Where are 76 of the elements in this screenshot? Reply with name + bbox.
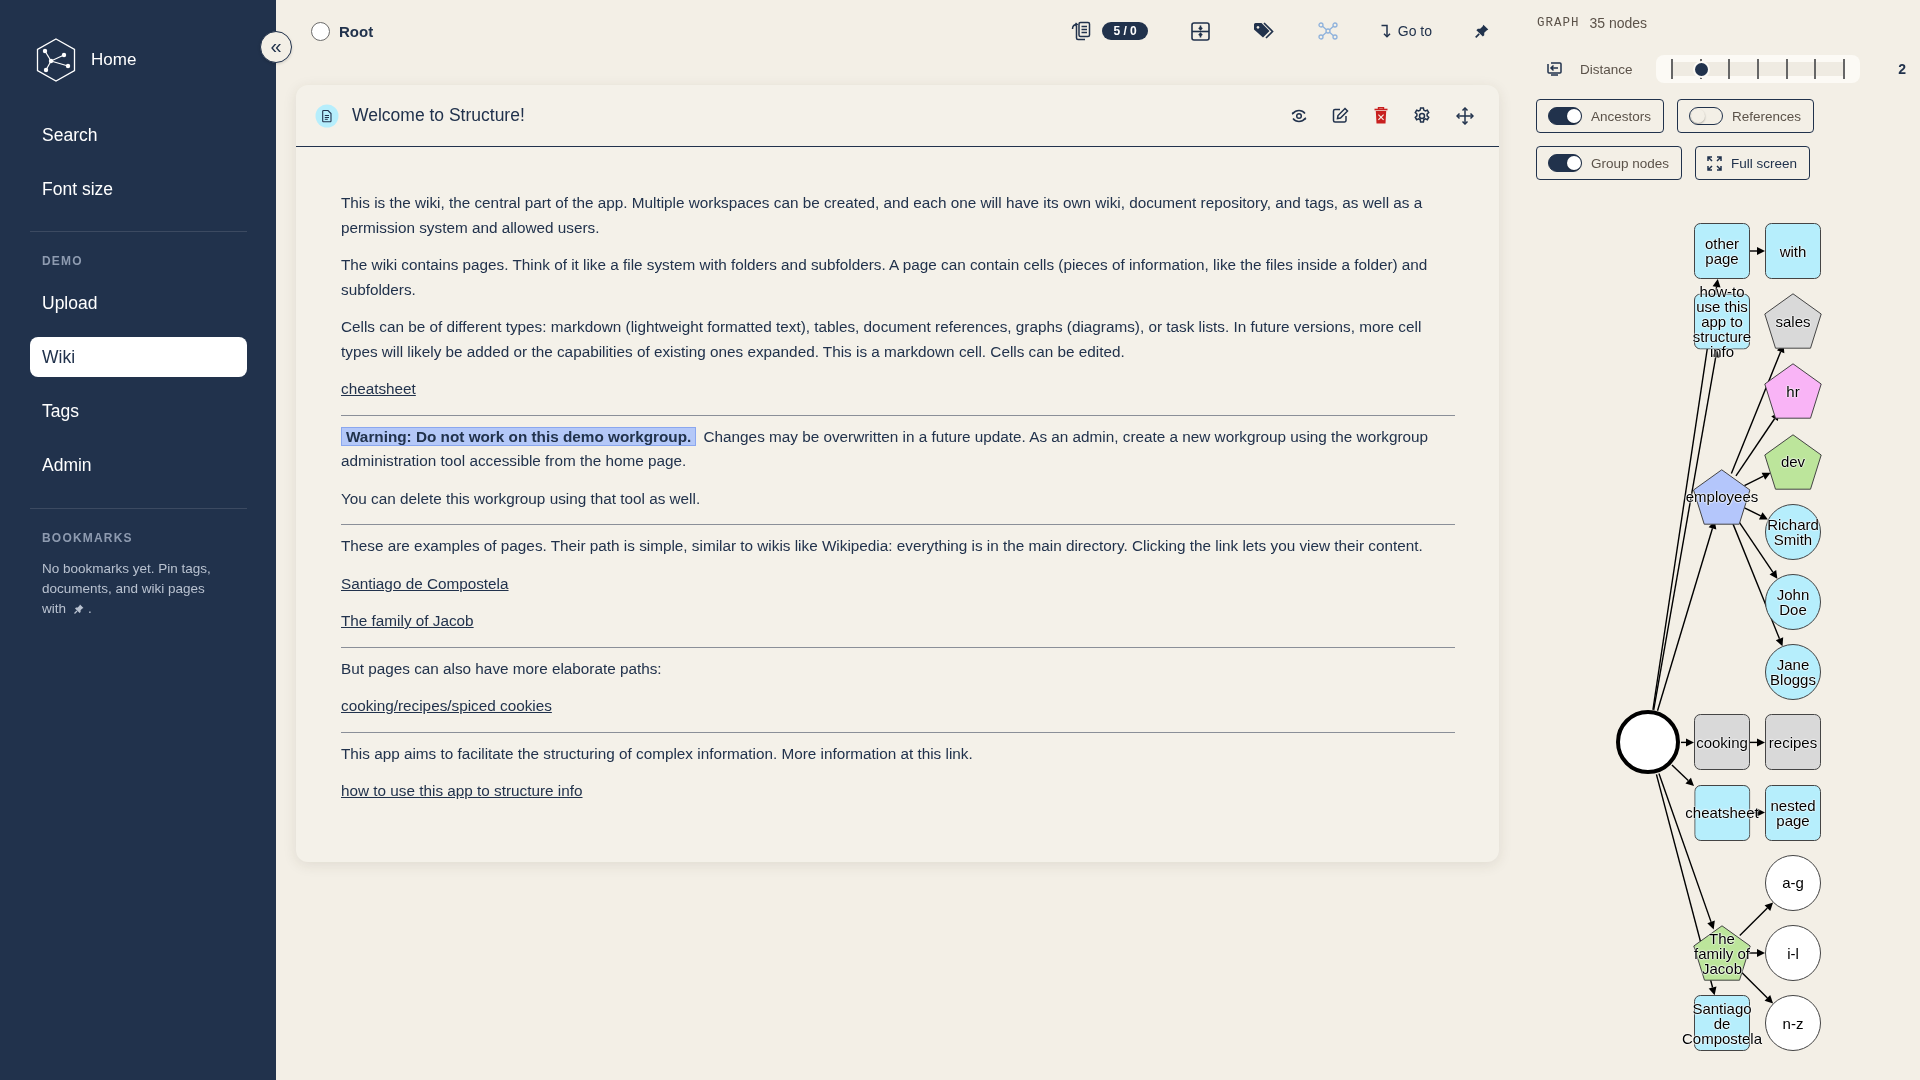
screen-arrow-icon xyxy=(1547,62,1562,76)
bookmarks-hint: No bookmarks yet. Pin tags, documents, and wiki pages with . xyxy=(42,560,212,618)
graph-edge xyxy=(1739,902,1774,937)
sidebar-item[interactable]: Admin xyxy=(30,445,247,485)
pin-icon xyxy=(74,604,84,614)
wiki-link[interactable]: Santiago de Compostela xyxy=(341,574,509,592)
paragraph-text: This is the wiki, the central part of the app. Multiple workspaces can be created, and each one will have its own wiki, document repository, and tags, as well as a permission system and allowed users. xyxy=(341,193,1424,238)
go-to-button[interactable]: Go to xyxy=(1380,23,1432,39)
graph-node[interactable]: nested page xyxy=(1763,784,1823,841)
settings-icon[interactable] xyxy=(1413,106,1431,125)
slider-label: Distance xyxy=(1580,61,1634,77)
graph-edge xyxy=(1680,738,1694,747)
trash-icon[interactable] xyxy=(1374,107,1388,124)
distance-slider[interactable] xyxy=(1671,59,1845,79)
paragraph-text: But pages can also have more elaborate paths: xyxy=(341,658,663,679)
graph-node[interactable]: John Doe xyxy=(1763,574,1823,630)
toggle-switch[interactable] xyxy=(1548,154,1582,172)
sidebar-item[interactable]: Tags xyxy=(30,391,247,431)
sidebar-item[interactable]: Font size xyxy=(30,169,247,209)
sidebar-item[interactable]: Search xyxy=(30,115,247,155)
move-icon[interactable] xyxy=(1456,106,1474,125)
graph-node[interactable]: dev xyxy=(1763,433,1823,490)
hexagon-network-logo-icon[interactable] xyxy=(36,38,76,82)
graph-node[interactable]: n-z xyxy=(1763,995,1823,1052)
home-link[interactable]: Home xyxy=(91,50,137,70)
toggle-button[interactable]: Group nodes xyxy=(1536,146,1683,180)
graph-node[interactable]: Richard Smith xyxy=(1763,503,1823,560)
documents-icon[interactable] xyxy=(1071,21,1092,41)
graph-node[interactable]: sales xyxy=(1763,293,1823,350)
toggle-switch[interactable] xyxy=(1548,107,1582,125)
slider-value: 2 xyxy=(1898,61,1906,77)
graph-node[interactable]: i-l xyxy=(1763,925,1823,981)
tags-icon[interactable] xyxy=(1252,22,1275,40)
edit-icon[interactable] xyxy=(1332,107,1349,124)
eye-icon[interactable] xyxy=(1291,108,1307,123)
pin-icon[interactable] xyxy=(1475,24,1489,38)
graph-node[interactable]: hr xyxy=(1763,363,1823,420)
document-icon xyxy=(315,103,339,128)
sidebar-item[interactable]: Upload xyxy=(30,283,247,323)
paragraph-text: Cells can be of different types: markdown (lightweight formatted text), tables, document references, graphs (diagrams), or task lists. In future versions, more cell types will likely be added or the capabilities of existing ones expanded. This is a markdown cell. Cells can be edited. xyxy=(341,317,1423,362)
graph-node[interactable]: a-g xyxy=(1763,854,1823,911)
paragraph-text: These are examples of pages. Their path is simple, similar to wikis like Wikipedia: everything is in the main directory. Clicking the link lets you view their content. xyxy=(341,536,1424,556)
graph-edge xyxy=(1749,247,1765,255)
graph-node[interactable] xyxy=(1616,710,1680,775)
toggle-button[interactable]: Ancestors xyxy=(1536,99,1665,133)
panel-heading: GRAPH xyxy=(1537,16,1580,30)
node-count: 35 nodes xyxy=(1589,15,1648,31)
wiki-link[interactable]: cooking/recipes/spiced cookies xyxy=(341,697,552,714)
toggle-button[interactable]: References xyxy=(1677,99,1815,133)
paragraph-text: Warning: Do not work on this demo workgroup. Changes may be overwritten in a future update. As an admin, create a new workgroup using the workgroup administration tool accessible from the home page. xyxy=(341,425,1429,471)
corner-arrow-icon xyxy=(1380,24,1392,38)
graph-node[interactable]: The family of Jacob xyxy=(1692,925,1752,981)
graph-node[interactable]: with xyxy=(1763,223,1823,279)
fullscreen-button[interactable]: Full screen xyxy=(1695,146,1811,180)
graph-node[interactable]: cooking xyxy=(1692,714,1752,771)
graph-node[interactable]: other page xyxy=(1692,223,1752,279)
breadcrumb-link[interactable]: Root xyxy=(339,22,374,40)
count-badge: 5 / 0 xyxy=(1102,22,1148,40)
sidebar-item[interactable]: Wiki xyxy=(30,337,247,377)
split-view-icon[interactable] xyxy=(1190,21,1210,41)
section-heading: DEMO xyxy=(41,254,84,268)
slider-thumb[interactable] xyxy=(1694,62,1708,76)
section-heading: BOOKMARKS xyxy=(41,531,134,545)
wiki-link[interactable]: how to use this app to structure info xyxy=(341,782,583,799)
graph-node[interactable]: Jane Bloggs xyxy=(1763,644,1823,701)
graph-node[interactable]: recipes xyxy=(1763,714,1823,771)
radio-button[interactable] xyxy=(311,21,330,41)
page-title: Welcome to Structure! xyxy=(352,105,525,126)
paragraph-text: The wiki contains pages. Think of it like a file system with folders and subfolders. A page can contain cells (pieces of information, like the files inside a folder) and subfolders. xyxy=(341,255,1429,300)
toggle-switch[interactable] xyxy=(1689,107,1724,125)
wiki-link[interactable]: The family of Jacob xyxy=(341,612,474,629)
paragraph-text: You can delete this workgroup using that tool as well. xyxy=(341,488,702,509)
wiki-link[interactable]: cheatsheet xyxy=(341,380,416,397)
fullscreen-icon xyxy=(1707,155,1723,171)
graph-edge xyxy=(1749,738,1765,747)
paragraph-text: This app aims to facilitate the structuring of complex information. More information at this link. xyxy=(341,743,974,764)
